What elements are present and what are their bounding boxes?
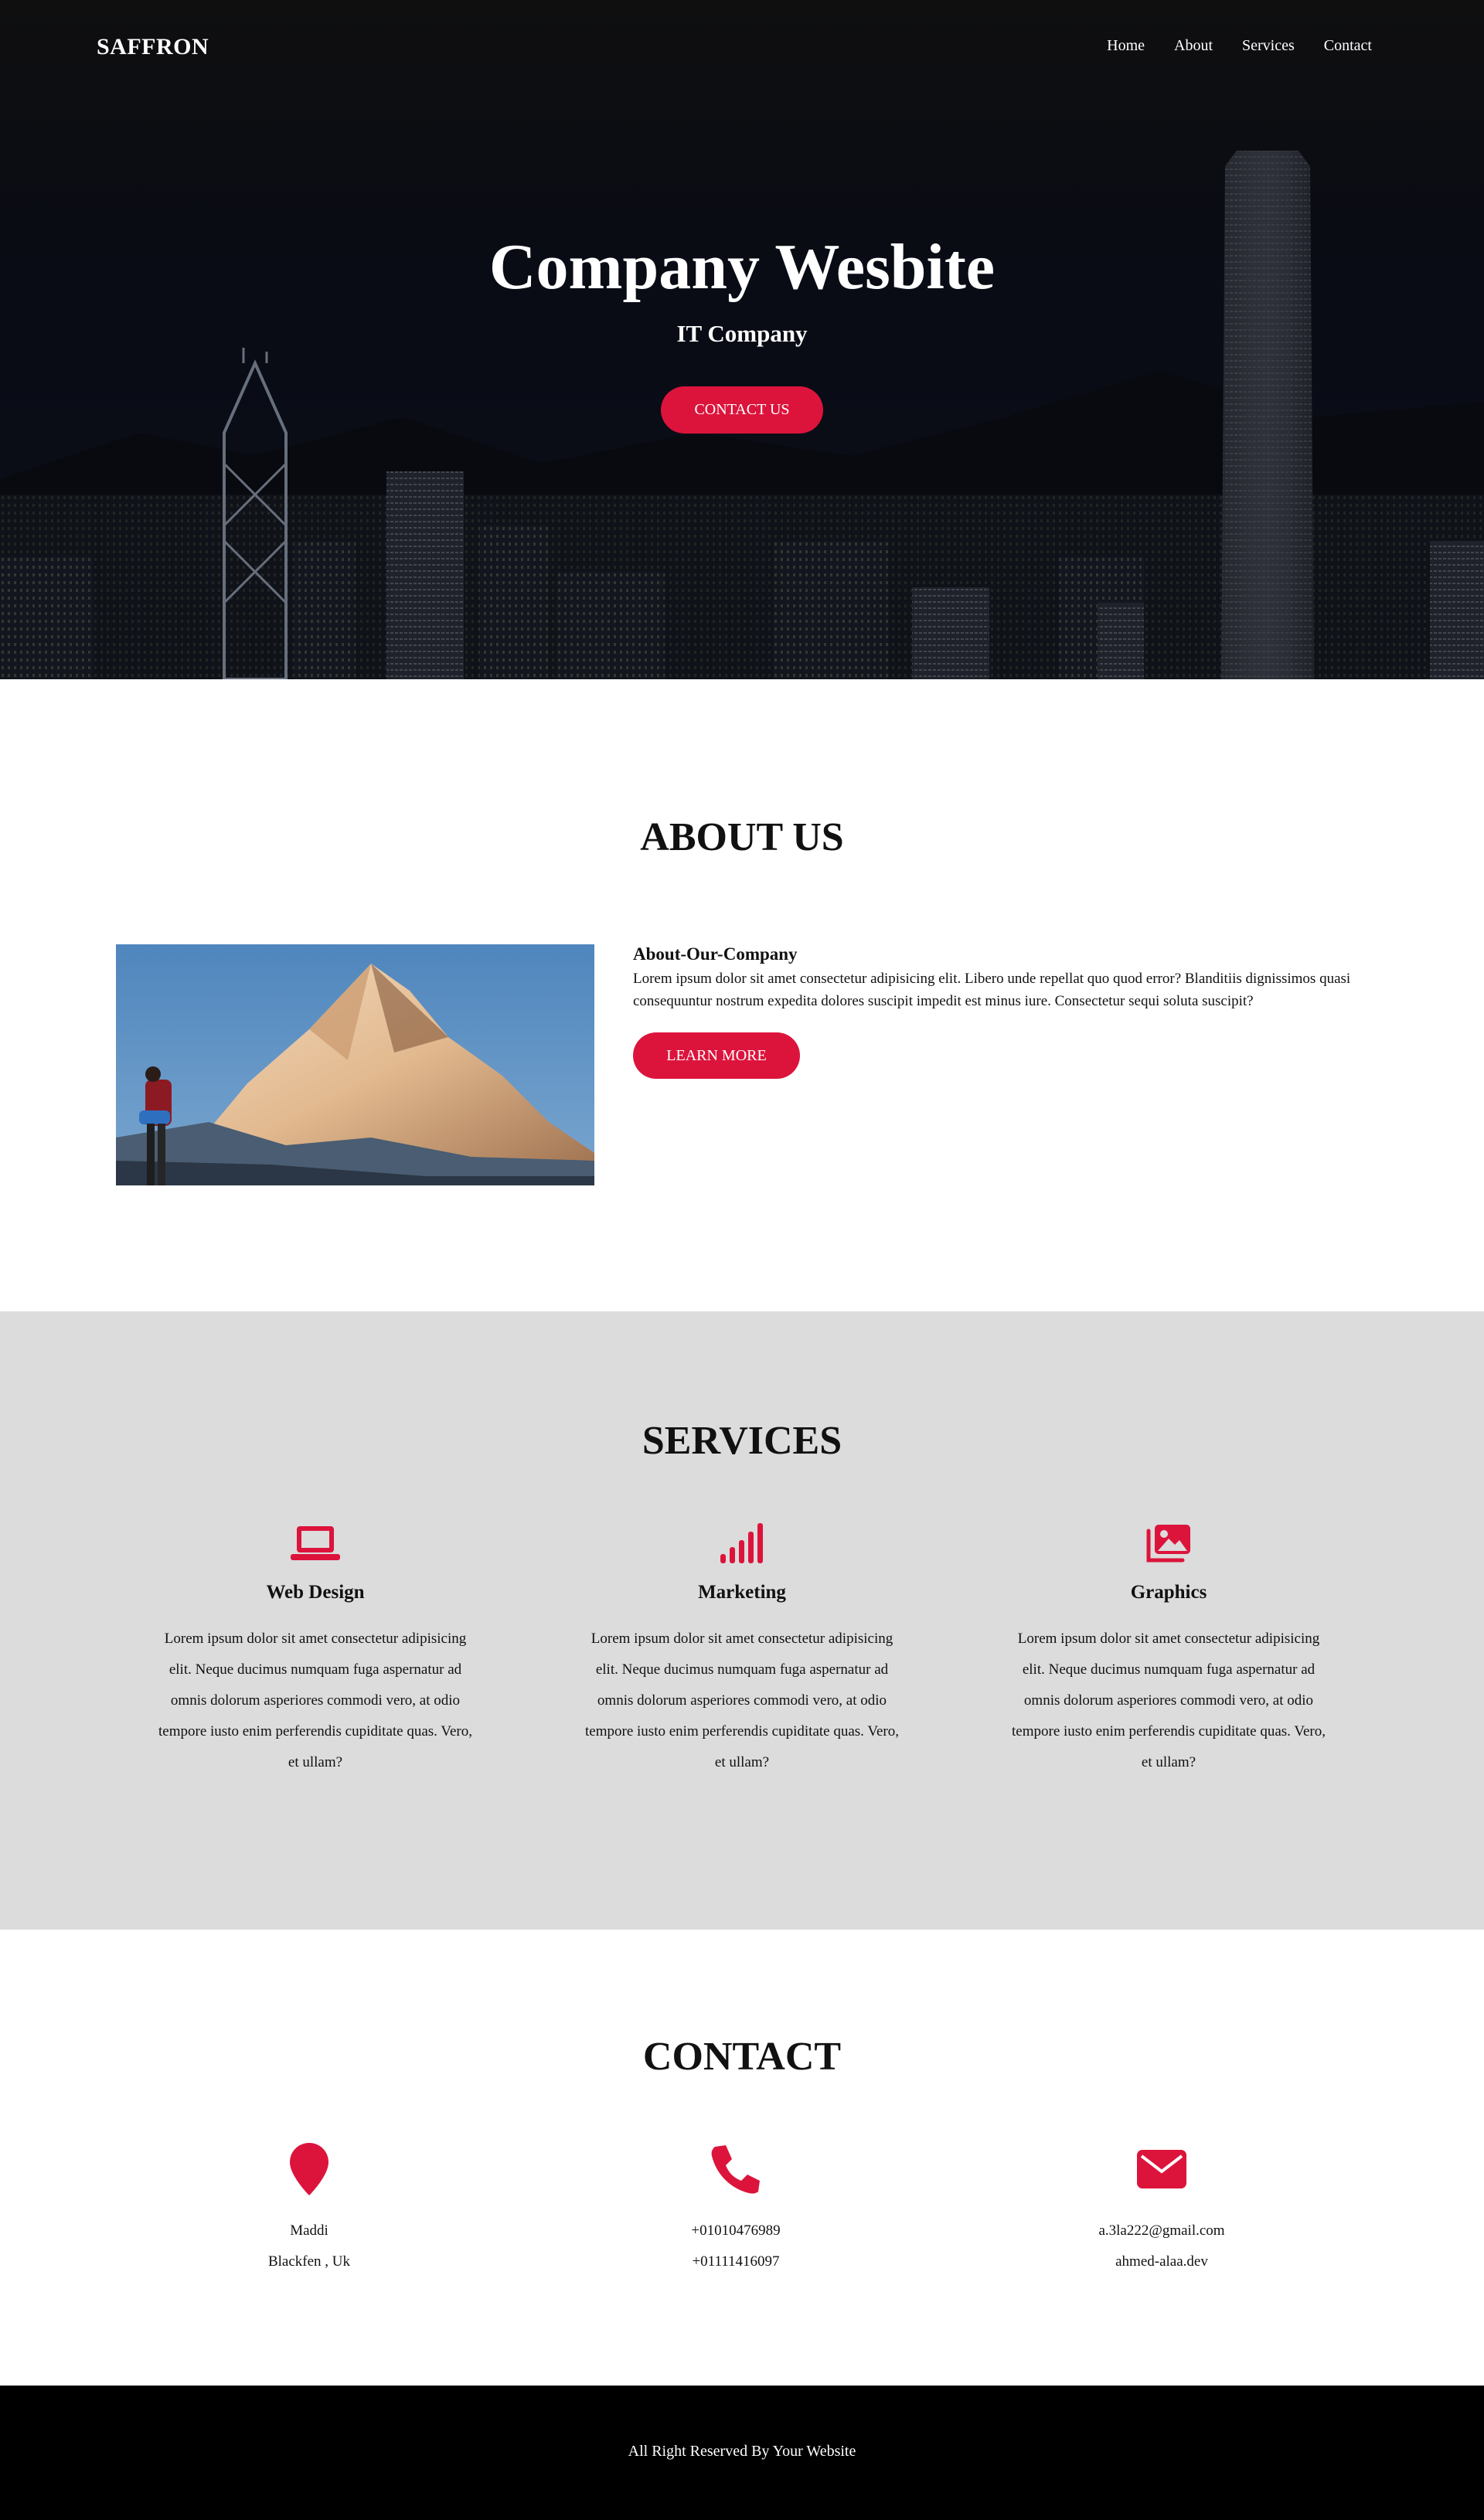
about-section: ABOUT US About-Our-Company Lorem ipsum d…	[0, 679, 1484, 1311]
brand-logo[interactable]: SAFFRON	[97, 34, 209, 60]
nav-link-home[interactable]: Home	[1107, 37, 1145, 55]
phone-number-2[interactable]: +01111416097	[581, 2246, 890, 2277]
learn-more-button[interactable]: LEARN MORE	[633, 1032, 800, 1079]
mountain-hiker-illustration	[116, 944, 594, 1185]
hero-content: Company Wesbite IT Company CONTACT US	[0, 231, 1484, 434]
contact-email: a.3la222@gmail.com ahmed-alaa.dev	[1007, 2138, 1316, 2277]
about-paragraph: Lorem ipsum dolor sit amet consectetur a…	[633, 971, 1351, 1009]
hero-title: Company Wesbite	[488, 231, 996, 303]
email-address[interactable]: a.3la222@gmail.com	[1007, 2216, 1316, 2246]
phone-number-1[interactable]: +01010476989	[581, 2216, 890, 2246]
signal-icon	[580, 1520, 904, 1566]
service-card-web-design: Web Design Lorem ipsum dolor sit amet co…	[153, 1520, 478, 1778]
envelope-icon	[1007, 2138, 1316, 2200]
about-title: ABOUT US	[640, 815, 844, 859]
service-description: Lorem ipsum dolor sit amet consectetur a…	[1012, 1631, 1326, 1770]
website-link[interactable]: ahmed-alaa.dev	[1007, 2246, 1316, 2277]
top-navbar: SAFFRON Home About Services Contact	[0, 0, 1484, 93]
nav-links: Home About Services Contact	[1107, 37, 1372, 55]
services-title: SERVICES	[642, 1419, 842, 1463]
nav-link-about[interactable]: About	[1174, 37, 1213, 55]
footer: All Right Reserved By Your Website	[0, 2386, 1484, 2520]
service-description: Lorem ipsum dolor sit amet consectetur a…	[158, 1631, 472, 1770]
about-text-block: About-Our-Company Lorem ipsum dolor sit …	[633, 944, 1352, 1079]
address-line-1: Maddi	[290, 2222, 328, 2239]
service-name: Web Design	[266, 1582, 365, 1603]
location-pin-icon	[155, 2138, 464, 2200]
laptop-icon	[153, 1520, 478, 1566]
footer-copyright: All Right Reserved By Your Website	[628, 2443, 856, 2460]
contact-title: CONTACT	[642, 2035, 842, 2079]
service-name: Marketing	[698, 1582, 786, 1603]
services-section: SERVICES Web Design Lorem ipsum dolor si…	[0, 1311, 1484, 1930]
contact-us-button[interactable]: CONTACT US	[661, 386, 823, 434]
hero-subtitle: IT Company	[676, 320, 808, 348]
contact-section: CONTACT Maddi Blackfen , Uk +01010476989…	[0, 1930, 1484, 2386]
service-name: Graphics	[1130, 1582, 1207, 1603]
contact-address: Maddi Blackfen , Uk	[155, 2138, 464, 2277]
service-description: Lorem ipsum dolor sit amet consectetur a…	[585, 1631, 899, 1770]
hero-section: SAFFRON Home About Services Contact Comp…	[0, 0, 1484, 679]
address-line-2: Blackfen , Uk	[267, 2253, 351, 2270]
nav-link-services[interactable]: Services	[1242, 37, 1295, 55]
nav-link-contact[interactable]: Contact	[1324, 37, 1372, 55]
images-icon	[1006, 1520, 1331, 1566]
service-card-graphics: Graphics Lorem ipsum dolor sit amet cons…	[1006, 1520, 1331, 1778]
phone-icon	[581, 2138, 890, 2200]
service-card-marketing: Marketing Lorem ipsum dolor sit amet con…	[580, 1520, 904, 1778]
about-heading: About-Our-Company	[633, 944, 798, 964]
about-mountain-image	[116, 944, 594, 1185]
contact-phone: +01010476989 +01111416097	[581, 2138, 890, 2277]
